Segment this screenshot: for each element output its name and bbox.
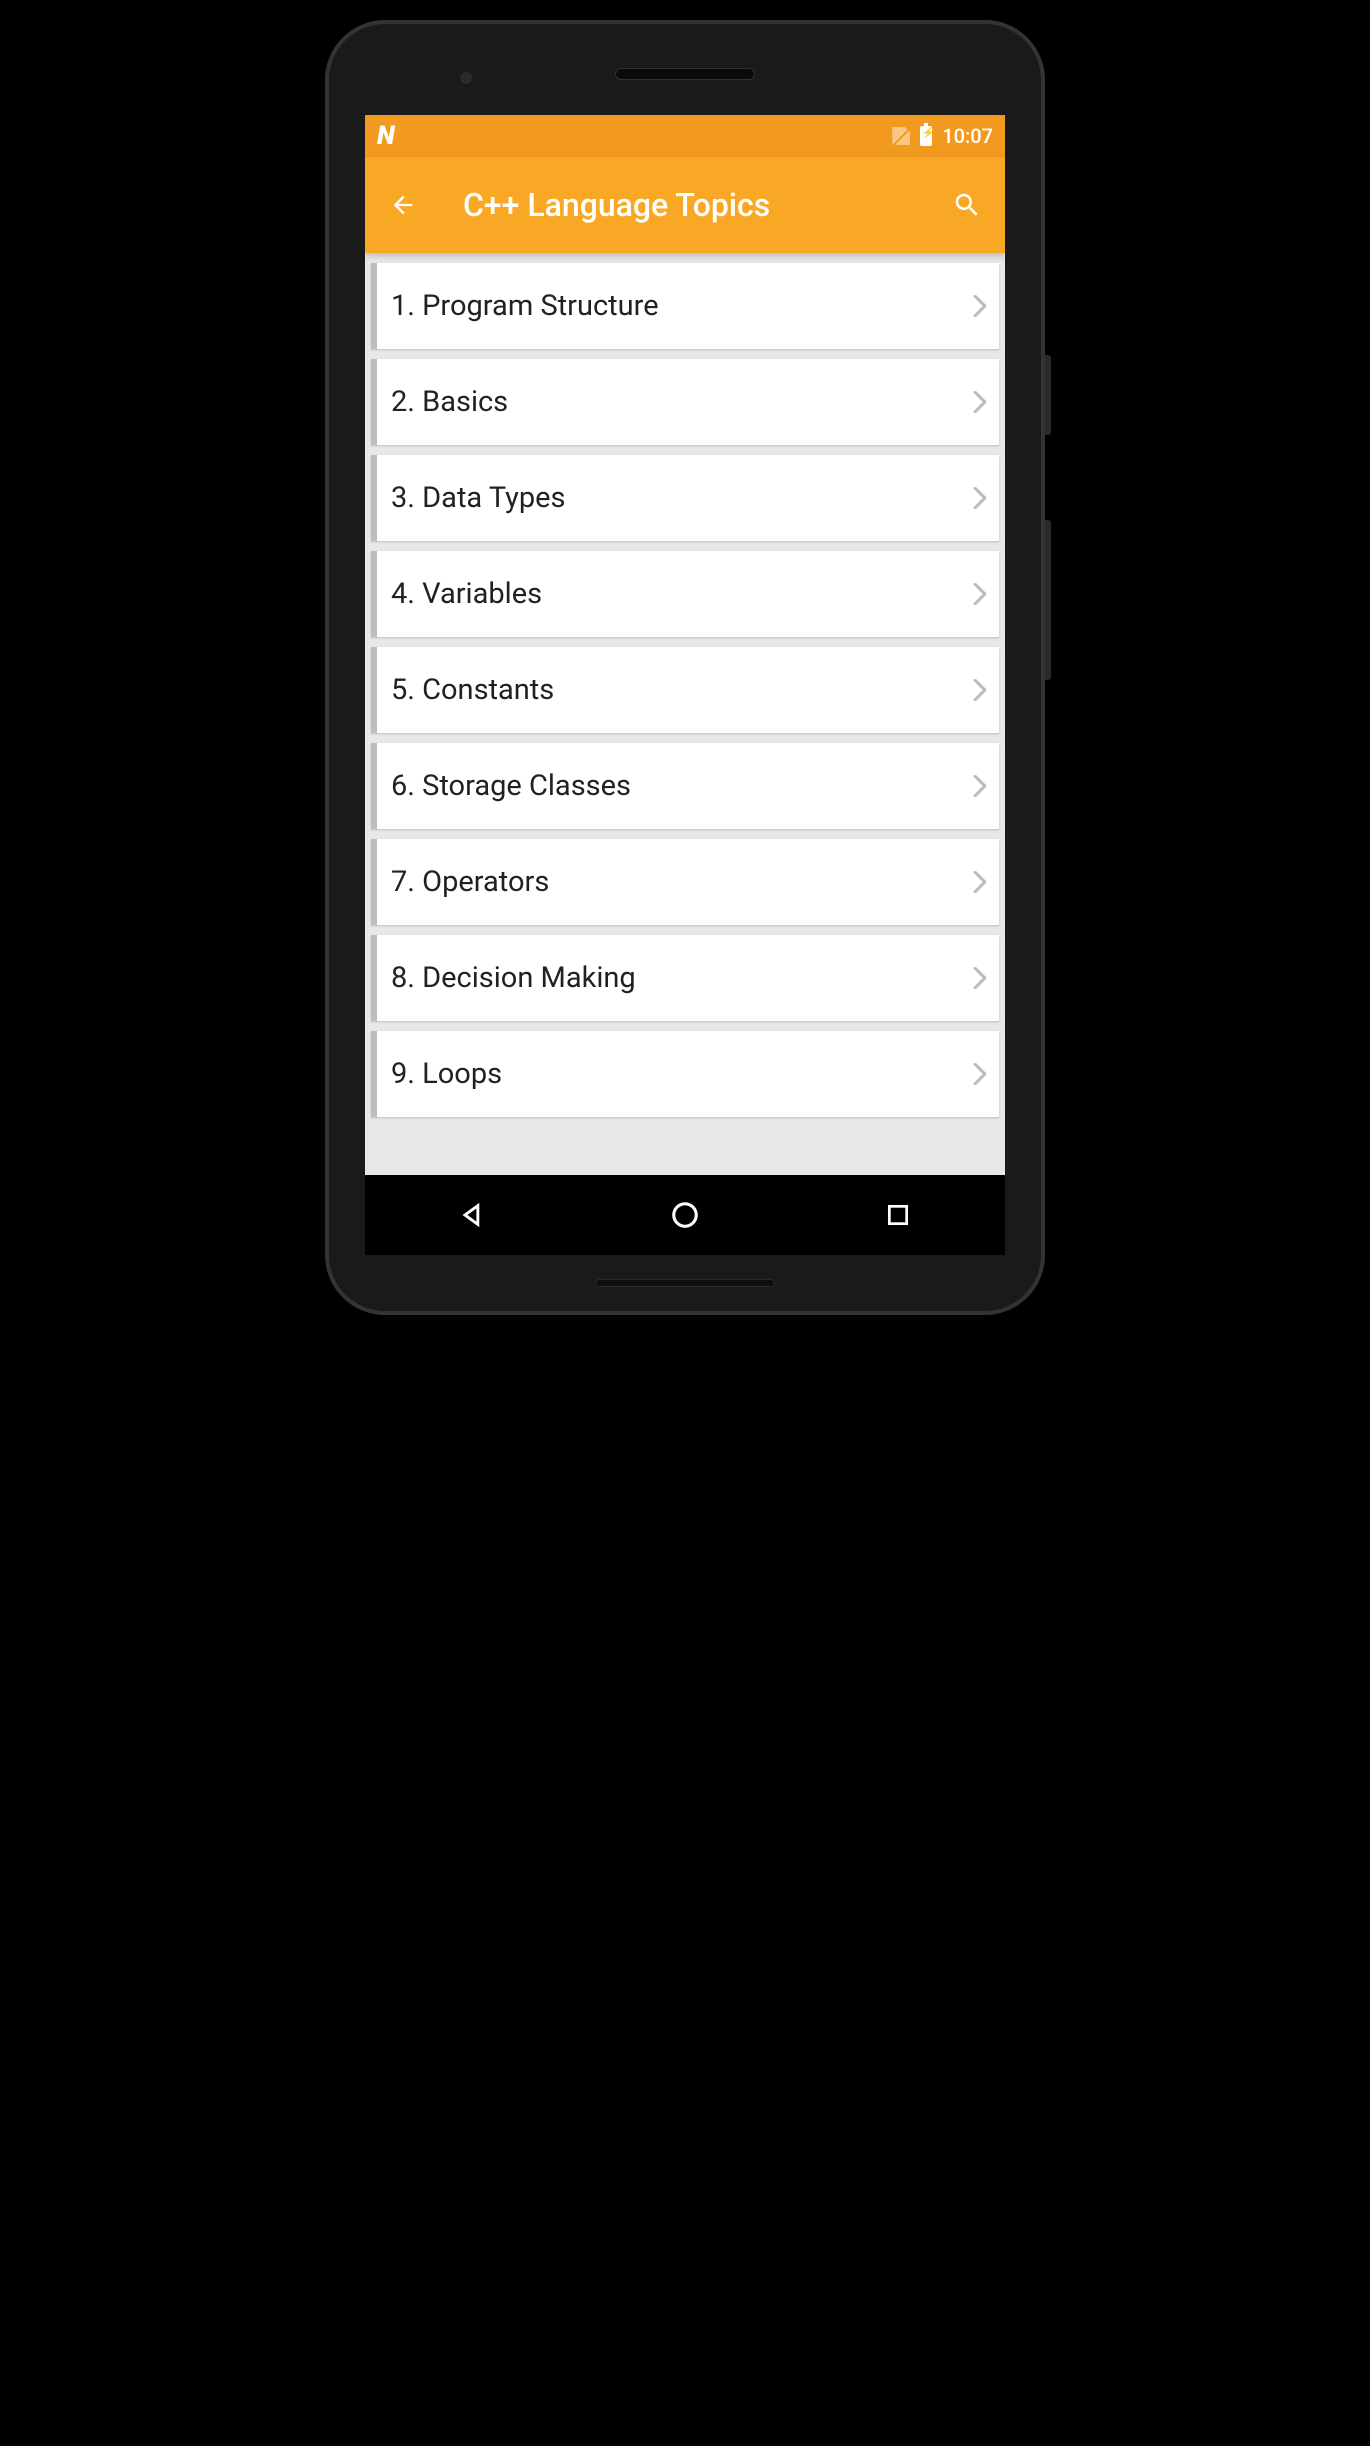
- phone-speaker: [615, 68, 755, 80]
- status-bar: N 10:07: [365, 115, 1005, 157]
- list-item-label: 2. Basics: [391, 385, 973, 419]
- chevron-right-icon: [973, 679, 987, 701]
- topics-list[interactable]: 1. Program Structure 2. Basics 3. Data Typ…: [365, 253, 1005, 1175]
- square-recent-icon: [885, 1202, 911, 1228]
- list-item-label: 8. Decision Making: [391, 961, 973, 995]
- list-item[interactable]: 4. Variables: [371, 551, 999, 637]
- list-item-label: 3. Data Types: [391, 481, 973, 515]
- chevron-right-icon: [973, 487, 987, 509]
- status-right: 10:07: [892, 124, 993, 148]
- phone-camera: [460, 72, 472, 84]
- chevron-right-icon: [973, 583, 987, 605]
- search-icon: [952, 190, 982, 220]
- chevron-right-icon: [973, 295, 987, 317]
- circle-home-icon: [670, 1200, 700, 1230]
- list-item-label: 4. Variables: [391, 577, 973, 611]
- status-left: N: [377, 121, 393, 151]
- android-n-icon: N: [377, 121, 393, 151]
- list-item[interactable]: 1. Program Structure: [371, 263, 999, 349]
- page-title: C++ Language Topics: [463, 186, 947, 224]
- list-item-label: 7. Operators: [391, 865, 973, 899]
- list-item[interactable]: 9. Loops: [371, 1031, 999, 1117]
- triangle-back-icon: [458, 1201, 486, 1229]
- list-item[interactable]: 5. Constants: [371, 647, 999, 733]
- no-sim-icon: [892, 127, 910, 145]
- list-item-label: 9. Loops: [391, 1057, 973, 1091]
- phone-frame: N 10:07 C++ Language Topics 1. Program S: [325, 20, 1045, 1315]
- chevron-right-icon: [973, 1063, 987, 1085]
- list-item[interactable]: 6. Storage Classes: [371, 743, 999, 829]
- arrow-left-icon: [389, 191, 417, 219]
- clock: 10:07: [942, 124, 993, 148]
- list-item-label: 6. Storage Classes: [391, 769, 973, 803]
- phone-volume-button: [1045, 520, 1051, 680]
- list-item-label: 1. Program Structure: [391, 289, 973, 323]
- screen: N 10:07 C++ Language Topics 1. Program S: [365, 115, 1005, 1255]
- phone-bottom-speaker: [595, 1279, 775, 1287]
- list-item[interactable]: 2. Basics: [371, 359, 999, 445]
- nav-home-button[interactable]: [645, 1191, 725, 1239]
- back-button[interactable]: [383, 185, 423, 225]
- navigation-bar: [365, 1175, 1005, 1255]
- app-bar: C++ Language Topics: [365, 157, 1005, 253]
- chevron-right-icon: [973, 967, 987, 989]
- chevron-right-icon: [973, 775, 987, 797]
- phone-power-button: [1045, 355, 1051, 435]
- search-button[interactable]: [947, 185, 987, 225]
- list-item-label: 5. Constants: [391, 673, 973, 707]
- battery-charging-icon: [920, 126, 932, 146]
- chevron-right-icon: [973, 871, 987, 893]
- list-item[interactable]: 8. Decision Making: [371, 935, 999, 1021]
- list-item[interactable]: 7. Operators: [371, 839, 999, 925]
- chevron-right-icon: [973, 391, 987, 413]
- nav-recent-button[interactable]: [858, 1191, 938, 1239]
- list-item[interactable]: 3. Data Types: [371, 455, 999, 541]
- nav-back-button[interactable]: [432, 1191, 512, 1239]
